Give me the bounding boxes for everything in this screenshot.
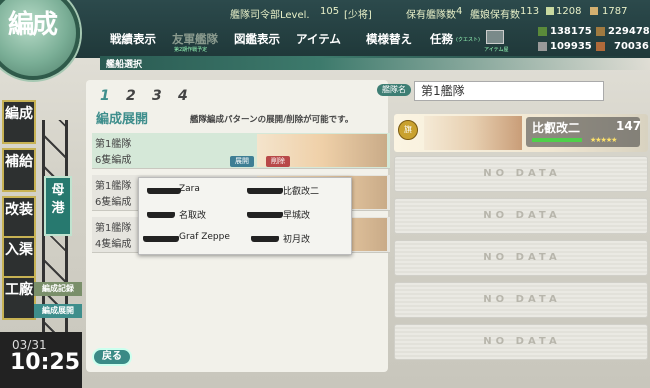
sub-record-tab[interactable]: 編成記録 (34, 282, 82, 296)
ship-silhouette-icon (147, 188, 181, 194)
preset-name: 第1艦隊 (95, 139, 132, 150)
ship-level: 147 (616, 119, 642, 133)
repair-count: 1208 (556, 6, 582, 17)
preset-count: 6隻編成 (95, 155, 132, 166)
menu-encyclopedia[interactable]: 図鑑表示 (234, 31, 280, 47)
ship-silhouette-icon (251, 236, 279, 242)
port-button[interactable]: 母港 (44, 176, 72, 236)
ammo-value: 229478 (608, 26, 650, 37)
menu-furniture[interactable]: 模様替え (366, 31, 412, 47)
sidebar-item-hensei[interactable]: 編成 (2, 100, 36, 144)
menu-bar: 戦績表示 友軍艦隊 第2期作戦予定 図鑑表示 アイテム 模様替え 任務 (クエス… (100, 24, 540, 54)
ship-silhouette-icon (147, 212, 175, 218)
ship-silhouette-icon (247, 212, 283, 218)
menu-friend-sub: 第2期作戦予定 (174, 47, 208, 53)
ship-slot-2[interactable]: NO DATA (394, 156, 648, 192)
nodata-label: NO DATA (483, 294, 561, 305)
clock-time: 10:25 (10, 350, 81, 375)
menu-friend[interactable]: 友軍艦隊 (172, 31, 218, 47)
menu-quest-sub: (クエスト) (456, 37, 480, 43)
ship-name: 早城改 (283, 211, 311, 221)
expand-title: 編成展開 (96, 112, 149, 127)
ship-slot-5[interactable]: NO DATA (394, 282, 648, 318)
title-strip-text: 艦船選択 (106, 60, 143, 70)
ship-name: Zara (179, 184, 200, 194)
nodata-label: NO DATA (483, 168, 561, 179)
expand-button[interactable]: 展開 (230, 156, 254, 167)
page-tab-4[interactable]: 4 (178, 88, 188, 104)
bauxite-icon (596, 42, 605, 51)
item-store-icon[interactable] (486, 30, 504, 44)
rank-label: 艦隊司令部Level. (230, 10, 310, 21)
shipgirl-value: 113 (520, 6, 540, 17)
sidebar-item-hokyu[interactable]: 補給 (2, 148, 36, 192)
ship-name: Graf Zeppe (179, 232, 230, 242)
ships-label: 保有艦隊数 (406, 10, 456, 21)
menu-record[interactable]: 戦績表示 (110, 31, 156, 47)
ammo-icon (596, 27, 605, 36)
menu-quest[interactable]: 任務 (430, 31, 453, 47)
back-button[interactable]: 戻る (92, 348, 132, 366)
quest-icon (546, 7, 554, 15)
title-strip: 艦船選択 (100, 56, 650, 70)
menu-items[interactable]: アイテム (296, 31, 341, 47)
ship-name: 初月改 (283, 235, 311, 245)
sub-expand-tab[interactable]: 編成展開 (34, 304, 82, 318)
ship-silhouette-icon (143, 236, 179, 242)
page-tab-1[interactable]: 1 (100, 88, 110, 104)
ships-value: 4 (456, 6, 463, 17)
nodata-label: NO DATA (483, 210, 561, 221)
ship-name: 名取改 (179, 211, 207, 221)
ship-slot-6[interactable]: NO DATA (394, 324, 648, 360)
rank-value: [少将] (344, 10, 372, 21)
expand-description: 艦隊編成パターンの展開/削除が可能です。 (190, 115, 354, 125)
sidebar-item-kaisou[interactable]: 改装 (2, 196, 36, 240)
level-value: 105 (320, 6, 340, 17)
shipgirl-label: 艦娘保有数 (470, 10, 520, 21)
preset-count: 4隻編成 (95, 239, 132, 250)
page-tab-3[interactable]: 3 (152, 88, 162, 104)
ship-hp-bar (532, 138, 582, 142)
build-count: 1787 (602, 6, 628, 17)
fleet-name-field[interactable]: 第1艦隊 (414, 81, 604, 101)
ship-stars: ★★★★★ (590, 136, 617, 144)
fuel-value: 138175 (550, 26, 592, 37)
ship-list-popup: Zara 比叡改二 名取改 早城改 Graf Zeppe 初月改 (138, 177, 352, 255)
ship-name: 比叡改二 (532, 121, 581, 135)
sidebar-item-nyukyo[interactable]: 入渠 (2, 236, 36, 280)
nodata-label: NO DATA (483, 252, 561, 263)
ship-slot-4[interactable]: NO DATA (394, 240, 648, 276)
sidebar-item-kousho[interactable]: 工廠 (2, 276, 36, 320)
preset-name: 第1艦隊 (95, 181, 132, 192)
nodata-label: NO DATA (483, 336, 561, 347)
steel-icon (538, 42, 547, 51)
bauxite-value: 70036 (614, 41, 649, 52)
flagship-medal-icon: 旗 (398, 120, 418, 140)
ship-slot-3[interactable]: NO DATA (394, 198, 648, 234)
build-icon (590, 7, 598, 15)
ship-slot-1[interactable]: 旗 比叡改二 147 ★★★★★ (394, 114, 648, 152)
preset-count: 6隻編成 (95, 197, 132, 208)
status-line: 艦隊司令部Level. 105 [少将] 保有艦隊数 4 艦娘保有数 113 1… (150, 3, 650, 21)
page-tab-2[interactable]: 2 (126, 88, 136, 104)
ship-silhouette-icon (247, 188, 283, 194)
emblem-text: 編成 (8, 10, 58, 40)
ship-name: 比叡改二 (283, 187, 320, 197)
delete-button[interactable]: 削除 (266, 156, 290, 167)
steel-value: 109935 (550, 41, 592, 52)
ship-portrait (424, 116, 522, 150)
item-store-label: アイテム屋 (484, 47, 509, 53)
fuel-icon (538, 27, 547, 36)
preset-name: 第1艦隊 (95, 223, 132, 234)
fleet-name-label: 艦隊名 (377, 84, 411, 96)
